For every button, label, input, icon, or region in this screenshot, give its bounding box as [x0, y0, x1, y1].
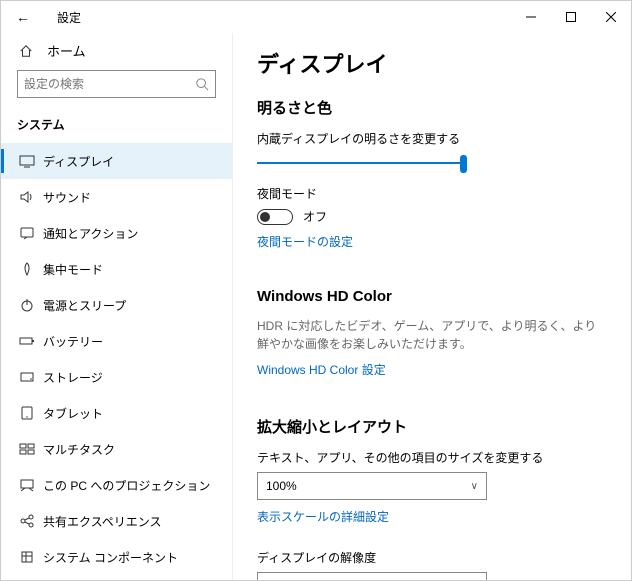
sidebar-item-shared[interactable]: 共有エクスペリエンス [1, 503, 232, 539]
search-icon [195, 77, 209, 91]
text-size-value: 100% [266, 479, 297, 493]
sidebar-item-display[interactable]: ディスプレイ [1, 143, 232, 179]
resolution-select[interactable]: 1920 × 1080 (推奨) ∨ [257, 572, 487, 580]
power-icon [19, 297, 43, 313]
focus-icon [19, 261, 43, 277]
window-title: 設定 [37, 9, 511, 26]
home-button[interactable]: ホーム [1, 33, 232, 70]
sidebar-item-label: 電源とスリープ [43, 297, 126, 314]
page-title: ディスプレイ [257, 47, 607, 79]
resolution-value: 1920 × 1080 (推奨) [266, 578, 368, 581]
sidebar-item-focus[interactable]: 集中モード [1, 251, 232, 287]
sidebar-item-components[interactable]: システム コンポーネント [1, 539, 232, 575]
components-icon [19, 549, 43, 565]
night-light-toggle[interactable] [257, 209, 293, 225]
slider-track [257, 162, 467, 164]
sidebar-item-projection[interactable]: この PC へのプロジェクション [1, 467, 232, 503]
resolution-label: ディスプレイの解像度 [257, 549, 607, 566]
search-input[interactable] [24, 77, 195, 91]
brightness-slider-label: 内蔵ディスプレイの明るさを変更する [257, 130, 607, 147]
tablet-icon [19, 405, 43, 421]
sidebar-item-power[interactable]: 電源とスリープ [1, 287, 232, 323]
sound-icon [19, 189, 43, 205]
sidebar-item-label: 通知とアクション [43, 225, 138, 242]
minimize-button[interactable] [511, 1, 551, 33]
sidebar-item-label: 集中モード [43, 261, 103, 278]
display-icon [19, 153, 43, 169]
home-label: ホーム [47, 41, 86, 60]
category-label: システム [1, 108, 232, 143]
night-light-label: 夜間モード [257, 185, 607, 202]
brightness-section-title: 明るさと色 [257, 97, 607, 118]
back-button[interactable]: ← [9, 9, 37, 25]
scale-section-title: 拡大縮小とレイアウト [257, 416, 607, 437]
sidebar: ホーム システム ディスプレイ サウンド 通知とアクション [1, 33, 233, 580]
main-panel: ディスプレイ 明るさと色 内蔵ディスプレイの明るさを変更する 夜間モード オフ … [233, 33, 631, 580]
notifications-icon [19, 225, 43, 241]
sidebar-item-label: ストレージ [43, 369, 103, 386]
maximize-button[interactable] [551, 1, 591, 33]
sidebar-item-label: システム コンポーネント [43, 549, 178, 566]
slider-thumb[interactable] [460, 155, 467, 173]
night-light-state: オフ [303, 208, 327, 225]
battery-icon [19, 333, 43, 349]
text-size-select[interactable]: 100% ∨ [257, 472, 487, 500]
hdcolor-section-title: Windows HD Color [257, 288, 607, 305]
text-size-label: テキスト、アプリ、その他の項目のサイズを変更する [257, 449, 607, 466]
close-button[interactable] [591, 1, 631, 33]
sidebar-item-battery[interactable]: バッテリー [1, 323, 232, 359]
sidebar-item-label: サウンド [43, 189, 91, 206]
sidebar-item-label: ディスプレイ [43, 153, 114, 170]
brightness-slider[interactable] [257, 153, 467, 175]
sidebar-item-label: マルチタスク [43, 441, 115, 458]
night-light-settings-link[interactable]: 夜間モードの設定 [257, 233, 353, 250]
sidebar-item-tablet[interactable]: タブレット [1, 395, 232, 431]
shared-icon [19, 513, 43, 529]
sidebar-item-label: タブレット [43, 405, 103, 422]
nav-list: ディスプレイ サウンド 通知とアクション 集中モード 電源とスリープ バッテリー [1, 143, 232, 575]
search-box[interactable] [17, 70, 216, 98]
home-icon [19, 44, 33, 58]
sidebar-item-sound[interactable]: サウンド [1, 179, 232, 215]
sidebar-item-label: バッテリー [43, 333, 103, 350]
toggle-knob [260, 212, 270, 222]
hdcolor-link[interactable]: Windows HD Color 設定 [257, 361, 386, 378]
sidebar-item-label: 共有エクスペリエンス [43, 513, 162, 530]
sidebar-item-notifications[interactable]: 通知とアクション [1, 215, 232, 251]
hdcolor-desc: HDR に対応したビデオ、ゲーム、アプリで、より明るく、より鮮やかな画像をお楽し… [257, 317, 607, 353]
sidebar-item-label: この PC へのプロジェクション [43, 477, 210, 494]
chevron-down-icon: ∨ [471, 481, 478, 492]
advanced-scale-link[interactable]: 表示スケールの詳細設定 [257, 508, 389, 525]
sidebar-item-storage[interactable]: ストレージ [1, 359, 232, 395]
multitask-icon [19, 441, 43, 457]
sidebar-item-multitask[interactable]: マルチタスク [1, 431, 232, 467]
storage-icon [19, 369, 43, 385]
projection-icon [19, 477, 43, 493]
